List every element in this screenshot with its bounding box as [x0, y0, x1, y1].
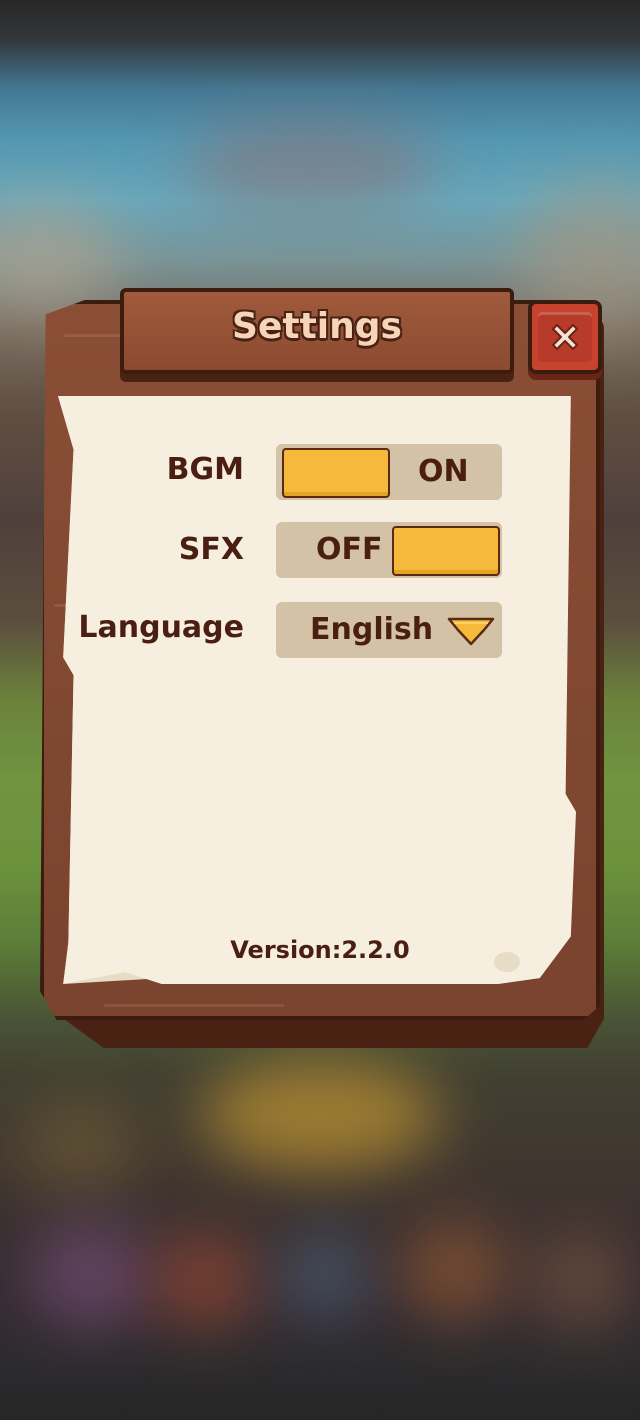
- sfx-toggle-knob[interactable]: [392, 526, 500, 576]
- title-plank: Settings: [120, 288, 514, 374]
- language-label: Language: [78, 610, 244, 645]
- sfx-label: SFX: [178, 532, 244, 567]
- language-value: English: [310, 612, 434, 647]
- close-button[interactable]: [528, 300, 602, 374]
- bgm-label: BGM: [166, 452, 244, 487]
- bgm-toggle-knob[interactable]: [282, 448, 390, 498]
- sfx-state-text: OFF: [316, 532, 383, 567]
- sfx-toggle[interactable]: OFF: [276, 522, 502, 578]
- bgm-state-text: ON: [418, 454, 469, 489]
- chevron-down-icon: [447, 617, 495, 646]
- version-text: Version:2.2.0: [230, 936, 410, 964]
- close-x-icon: [552, 324, 578, 350]
- language-dropdown[interactable]: English: [276, 602, 502, 658]
- dialog-title: Settings: [232, 306, 402, 347]
- bgm-toggle[interactable]: ON: [276, 444, 502, 500]
- settings-dialog: Settings BGM ON SFX OFF Language English…: [40, 288, 606, 1048]
